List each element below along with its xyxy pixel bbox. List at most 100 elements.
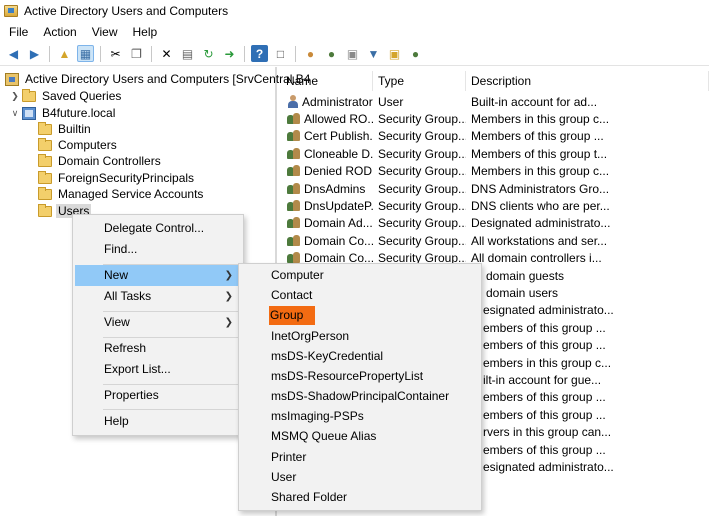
menu-item-help[interactable]: Help (75, 411, 241, 432)
table-row[interactable]: DnsUpdateP... Security Group... DNS client… (281, 197, 709, 214)
toolbar-separator (295, 45, 296, 62)
menu-separator (103, 409, 239, 410)
cell-type: Security Group... (378, 233, 466, 248)
table-row[interactable]: Denied ROD... Security Group... Members in… (281, 163, 709, 180)
submenu-item-inetorgperson[interactable]: InetOrgPerson (241, 327, 479, 346)
menu-item-new[interactable]: New ❯ (75, 265, 241, 286)
table-row[interactable]: Domain Co... Security Group... All worksta… (281, 232, 709, 249)
tree-item-managed-service-accounts[interactable]: Managed Service Accounts (38, 186, 205, 202)
filter-icon[interactable]: ▼ (365, 45, 382, 62)
menu-item-export-list[interactable]: Export List... (75, 359, 241, 380)
collapse-icon[interactable]: ∨ (10, 108, 20, 119)
submenu-item-msds-resourcepropertylist[interactable]: msDS-ResourcePropertyList (241, 367, 479, 386)
folder-icon (38, 170, 52, 184)
menu-item-delegate-control[interactable]: Delegate Control... (75, 218, 241, 239)
column-header-description[interactable]: Description (466, 71, 709, 91)
up-folder-icon[interactable]: ▲ (56, 45, 73, 62)
cell-name: Domain Ad... (281, 216, 373, 230)
submenu-item-printer[interactable]: Printer (241, 448, 479, 467)
submenu-item-msds-shadowprincipalcontainer[interactable]: msDS-ShadowPrincipalContainer (241, 387, 479, 406)
submenu-item-msds-keycredential[interactable]: msDS-KeyCredential (241, 347, 479, 366)
cell-description: DNS clients who are per... (471, 198, 610, 213)
cell-description: Members of this group t... (471, 146, 608, 161)
submenu-item-computer[interactable]: Computer (241, 266, 479, 285)
tree-item-builtin[interactable]: Builtin (38, 121, 93, 137)
console-help-icon[interactable]: □ (272, 45, 289, 62)
menu-help[interactable]: Help (124, 25, 164, 39)
new-ou-icon[interactable]: ▣ (344, 45, 361, 62)
table-row[interactable]: Allowed RO... Security Group... Members in… (281, 110, 709, 127)
folder-icon (38, 203, 52, 217)
menu-item-all-tasks[interactable]: All Tasks ❯ (75, 286, 241, 307)
menu-item-properties[interactable]: Properties (75, 385, 241, 406)
column-header-type[interactable]: Type (373, 71, 466, 91)
toolbar-separator (244, 45, 245, 62)
column-header-name[interactable]: Name (281, 71, 373, 91)
menu-item-view[interactable]: View ❯ (75, 312, 241, 333)
tree-item-domain[interactable]: ∨ B4future.local (10, 105, 117, 121)
table-row[interactable]: DnsAdmins Security Group... DNS Administra… (281, 180, 709, 197)
cell-type: Security Group... (378, 181, 466, 196)
submenu-item-label: Group (269, 306, 316, 325)
table-row[interactable]: Domain Ad... Security Group... Designated … (281, 215, 709, 232)
cell-description: All domain controllers i... (471, 251, 602, 266)
find-icon[interactable]: ▣ (386, 45, 403, 62)
cell-type: Security Group... (378, 164, 466, 179)
cell-type: Security Group... (378, 146, 466, 161)
table-row[interactable]: Cert Publish... Security Group... Members … (281, 128, 709, 145)
back-icon[interactable]: ◀ (5, 45, 22, 62)
menu-item-label: All Tasks (104, 289, 152, 303)
help-icon[interactable]: ? (251, 45, 268, 62)
cell-type: Security Group... (378, 198, 466, 213)
table-row[interactable]: Cloneable D... Security Group... Members o… (281, 145, 709, 162)
tree-item-saved-queries[interactable]: ❯ Saved Queries (10, 88, 123, 104)
console-tree-icon[interactable]: ▦ (77, 45, 94, 62)
submenu-item-msimaging-psps[interactable]: msImaging-PSPs (241, 407, 479, 426)
title-bar: Active Directory Users and Computers (0, 0, 709, 22)
submenu-item-msmq-queue-alias[interactable]: MSMQ Queue Alias (241, 427, 479, 446)
new-group-icon[interactable]: ● (323, 45, 340, 62)
delete-icon[interactable]: ✕ (158, 45, 175, 62)
expand-icon[interactable]: ❯ (10, 91, 20, 102)
copy-icon[interactable]: ❐ (128, 45, 145, 62)
table-row[interactable]: Administrator User Built-in account for ad… (281, 93, 709, 110)
tree-item-root[interactable]: Active Directory Users and Computers [Sr… (5, 71, 312, 87)
menu-file[interactable]: File (0, 25, 34, 39)
new-user-icon[interactable]: ● (302, 45, 319, 62)
refresh-icon[interactable]: ↻ (200, 45, 217, 62)
cell-name: Cloneable D... (281, 147, 373, 161)
domain-icon (22, 106, 36, 120)
tree-item-domain-controllers[interactable]: Domain Controllers (38, 153, 163, 169)
submenu-item-shared-folder[interactable]: Shared Folder (241, 488, 479, 507)
folder-icon (22, 88, 36, 102)
add-to-group-icon[interactable]: ● (407, 45, 424, 62)
tree-item-label: B4future.local (42, 106, 116, 120)
security-group-icon (287, 234, 301, 247)
tree-item-computers[interactable]: Computers (38, 137, 119, 153)
menu-item-refresh[interactable]: Refresh (75, 338, 241, 359)
submenu-item-user[interactable]: User (241, 468, 479, 487)
cell-name-text: Denied ROD... (304, 164, 373, 179)
menu-action[interactable]: Action (34, 25, 82, 39)
security-group-icon (287, 217, 301, 229)
submenu-item-label: User (271, 470, 297, 484)
tree-item-label: Computers (58, 138, 117, 152)
tree-item-foreign-security-principals[interactable]: ForeignSecurityPrincipals (38, 170, 196, 186)
tree-item-label: Active Directory Users and Computers [Sr… (25, 72, 311, 86)
folder-icon (38, 137, 52, 151)
cell-name: Allowed RO... (281, 112, 373, 126)
submenu-item-group[interactable]: Group (241, 306, 479, 325)
cell-description: Members in this group c... (471, 111, 610, 126)
menu-view[interactable]: View (83, 25, 124, 39)
export-icon[interactable]: ➜ (221, 45, 238, 62)
properties-icon[interactable]: ▤ (179, 45, 196, 62)
submenu-item-contact[interactable]: Contact (241, 286, 479, 305)
cell-name-text: Allowed RO... (304, 111, 373, 126)
aduc-app-icon (4, 5, 18, 17)
menu-item-find[interactable]: Find... (75, 239, 241, 260)
tree-item-label: ForeignSecurityPrincipals (58, 171, 195, 185)
security-group-icon (287, 165, 301, 177)
forward-icon[interactable]: ▶ (26, 45, 43, 62)
cell-name: Administrator (281, 95, 373, 109)
cut-icon[interactable]: ✂ (107, 45, 124, 62)
